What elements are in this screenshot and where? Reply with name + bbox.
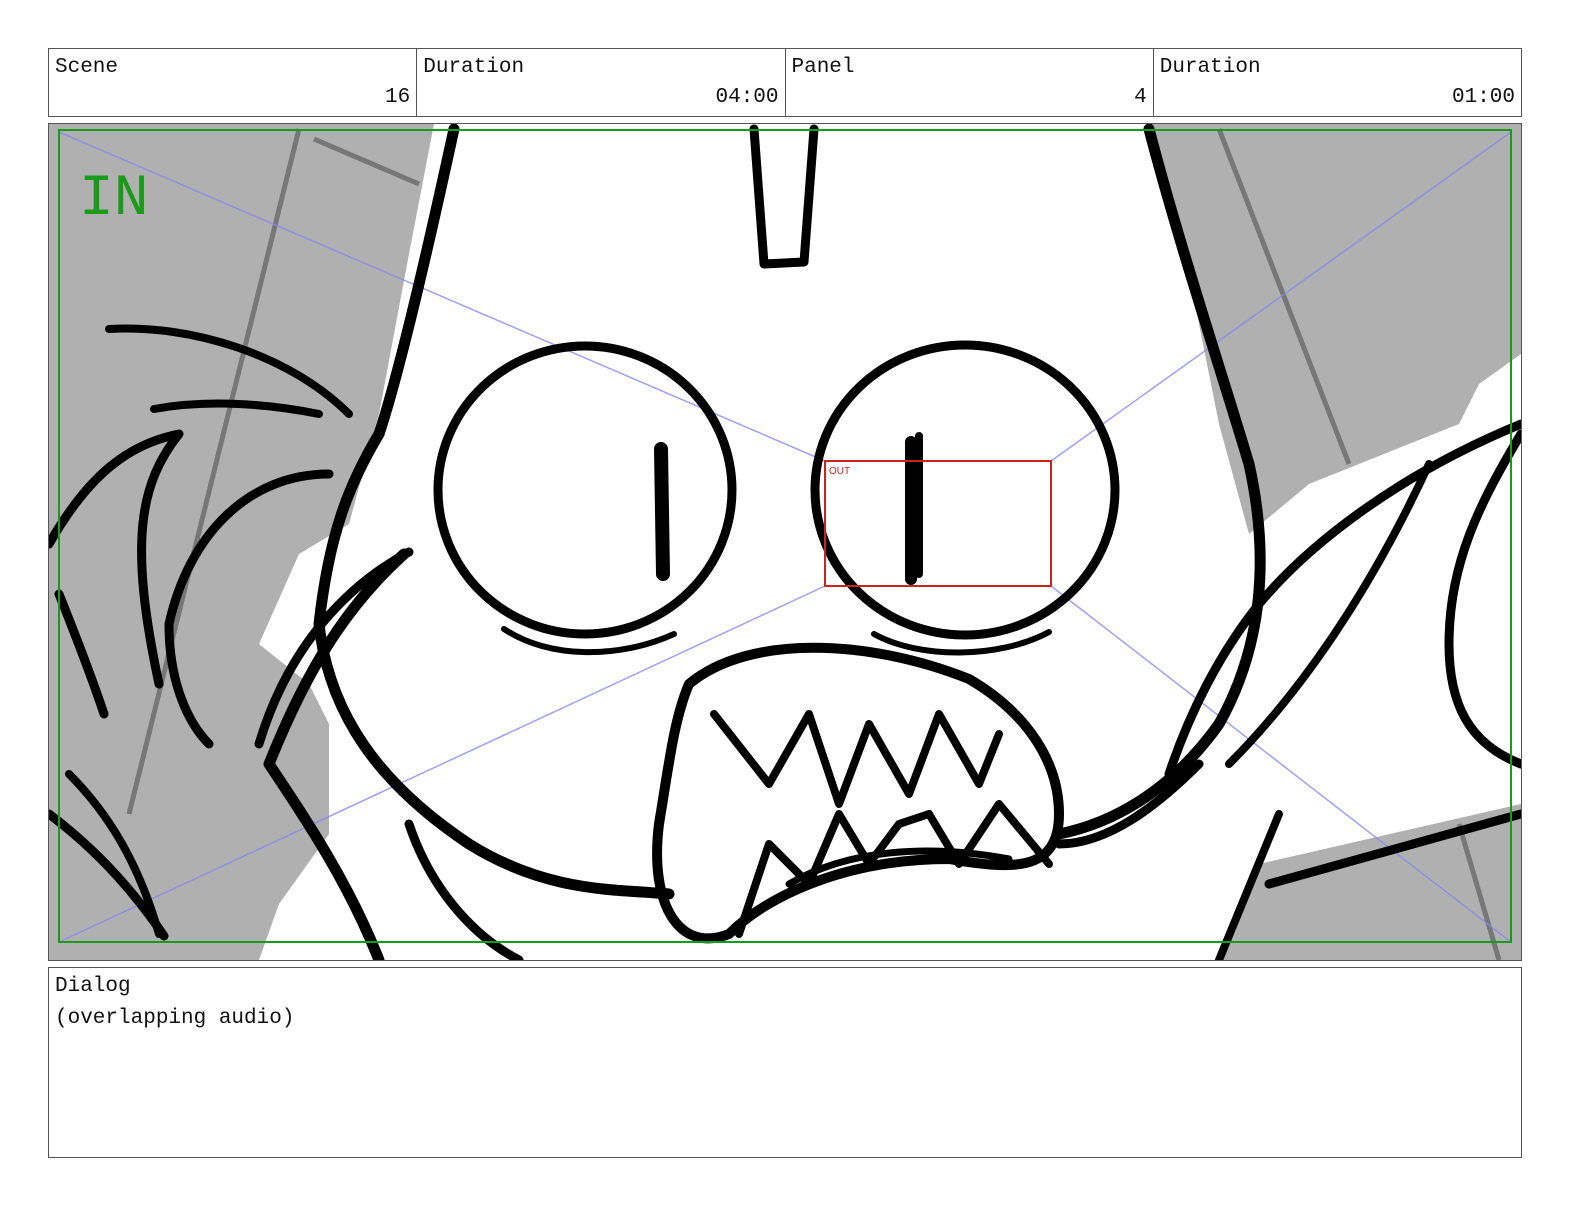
dialog-label: Dialog [55,975,131,998]
panel-header: Scene 16 Duration 04:00 Panel 4 Duration… [48,48,1522,117]
scene-duration-label: Duration [423,56,525,79]
scene-duration-value: 04:00 [715,86,779,109]
scene-label: Scene [55,56,119,79]
panel-duration-label: Duration [1159,56,1261,79]
storyboard-panel: IN OUT [48,123,1522,961]
panel-cell: Panel 4 [786,49,1154,116]
scene-cell: Scene 16 [49,49,418,116]
in-frame-label: IN [79,167,149,232]
storyboard-drawing: IN OUT [49,124,1521,960]
panel-duration-cell: Duration 01:00 [1154,49,1521,116]
dialog-text: (overlapping audio) [55,1007,295,1030]
out-frame-rect [824,460,1052,587]
panel-duration-value: 01:00 [1451,86,1515,109]
dialog-box: Dialog (overlapping audio) [48,967,1522,1158]
panel-value: 4 [1134,86,1147,109]
out-frame-label: OUT [829,466,850,477]
scene-value: 16 [385,86,411,109]
scene-duration-cell: Duration 04:00 [417,49,786,116]
panel-label: Panel [791,56,855,79]
